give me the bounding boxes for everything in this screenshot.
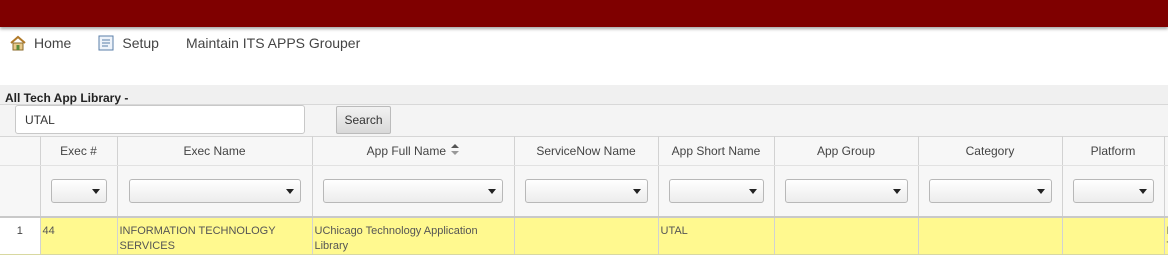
nav-home-link[interactable]: Home — [9, 34, 71, 52]
row-number: 1 — [0, 216, 41, 255]
cell-category — [918, 216, 1063, 255]
filter-select-servicenow-name[interactable] — [524, 178, 648, 203]
filter-select-exec-name[interactable] — [128, 178, 301, 203]
app-library-grid: Exec # Exec Name App Full Name ServiceNo… — [0, 136, 1168, 255]
nav-maintain-label: Maintain ITS APPS Grouper — [185, 35, 361, 51]
column-header-platform[interactable]: Platform — [1062, 136, 1165, 166]
column-header-app-full-name[interactable]: App Full Name — [312, 136, 515, 166]
chevron-down-icon — [632, 188, 641, 194]
filter-select-category[interactable] — [928, 178, 1052, 203]
cell-app-group — [774, 216, 919, 255]
search-button[interactable]: Search — [336, 106, 391, 134]
column-header-app-short-name[interactable]: App Short Name — [658, 136, 775, 166]
chevron-down-icon — [488, 188, 496, 194]
section-header-bar — [0, 85, 1168, 105]
filter-cell — [774, 165, 919, 218]
header-row: Exec # Exec Name App Full Name ServiceNo… — [0, 136, 1168, 166]
filter-cell — [40, 165, 118, 218]
sort-icon — [451, 144, 460, 158]
chevron-down-icon — [1036, 188, 1045, 194]
filter-cell — [312, 165, 515, 218]
cell-servicenow-name — [514, 216, 659, 255]
filter-cell — [514, 165, 659, 218]
nav-setup-label: Setup — [122, 35, 159, 51]
filter-cell — [918, 165, 1063, 218]
search-row: Search — [0, 105, 1168, 136]
column-header-category[interactable]: Category — [918, 136, 1063, 166]
cell-exec-num: 44 — [40, 216, 118, 255]
cell-app-short-name: UTAL — [658, 216, 775, 255]
chevron-down-icon — [1138, 188, 1147, 194]
filter-cell — [1062, 165, 1165, 218]
cell-platform — [1062, 216, 1165, 255]
filter-select-app-short-name[interactable] — [668, 178, 764, 203]
column-header-overflow — [1164, 136, 1168, 166]
filter-cell-empty — [0, 165, 41, 218]
table-row[interactable]: 1 44 INFORMATION TECHNOLOGY SERVICES UCh… — [0, 216, 1168, 255]
column-header-app-group[interactable]: App Group — [774, 136, 919, 166]
chevron-down-icon — [748, 188, 757, 194]
filter-cell-overflow — [1164, 165, 1168, 218]
chevron-down-icon — [91, 188, 100, 194]
setup-icon — [97, 34, 115, 52]
section-title: All Tech App Library - — [5, 91, 129, 105]
nav-maintain-link[interactable]: Maintain ITS APPS Grouper — [186, 35, 360, 51]
filter-cell — [658, 165, 775, 218]
filter-select-exec-num[interactable] — [50, 178, 107, 203]
nav-setup-link[interactable]: Setup — [97, 34, 159, 52]
cell-exec-name: INFORMATION TECHNOLOGY SERVICES — [117, 216, 313, 255]
column-header-exec-name[interactable]: Exec Name — [117, 136, 313, 166]
column-header-exec-num[interactable]: Exec # — [40, 136, 118, 166]
cell-app-full-name: UChicago Technology Application Library — [312, 216, 515, 255]
chevron-down-icon — [285, 188, 294, 194]
cell-overflow: I T — [1164, 216, 1168, 255]
filter-select-app-group[interactable] — [784, 178, 908, 203]
search-input[interactable] — [15, 105, 305, 134]
home-icon — [9, 34, 27, 52]
nav-home-label: Home — [34, 35, 72, 51]
breadcrumb-nav: Home Setup Maintain ITS APPS Grouper — [0, 30, 1168, 56]
filter-row — [0, 165, 1168, 218]
column-header-servicenow-name[interactable]: ServiceNow Name — [514, 136, 659, 166]
filter-select-app-full-name[interactable] — [323, 178, 503, 203]
filter-cell — [117, 165, 313, 218]
top-banner — [0, 0, 1168, 27]
filter-select-platform[interactable] — [1072, 178, 1154, 203]
chevron-down-icon — [892, 188, 901, 194]
row-number-header — [0, 136, 41, 166]
